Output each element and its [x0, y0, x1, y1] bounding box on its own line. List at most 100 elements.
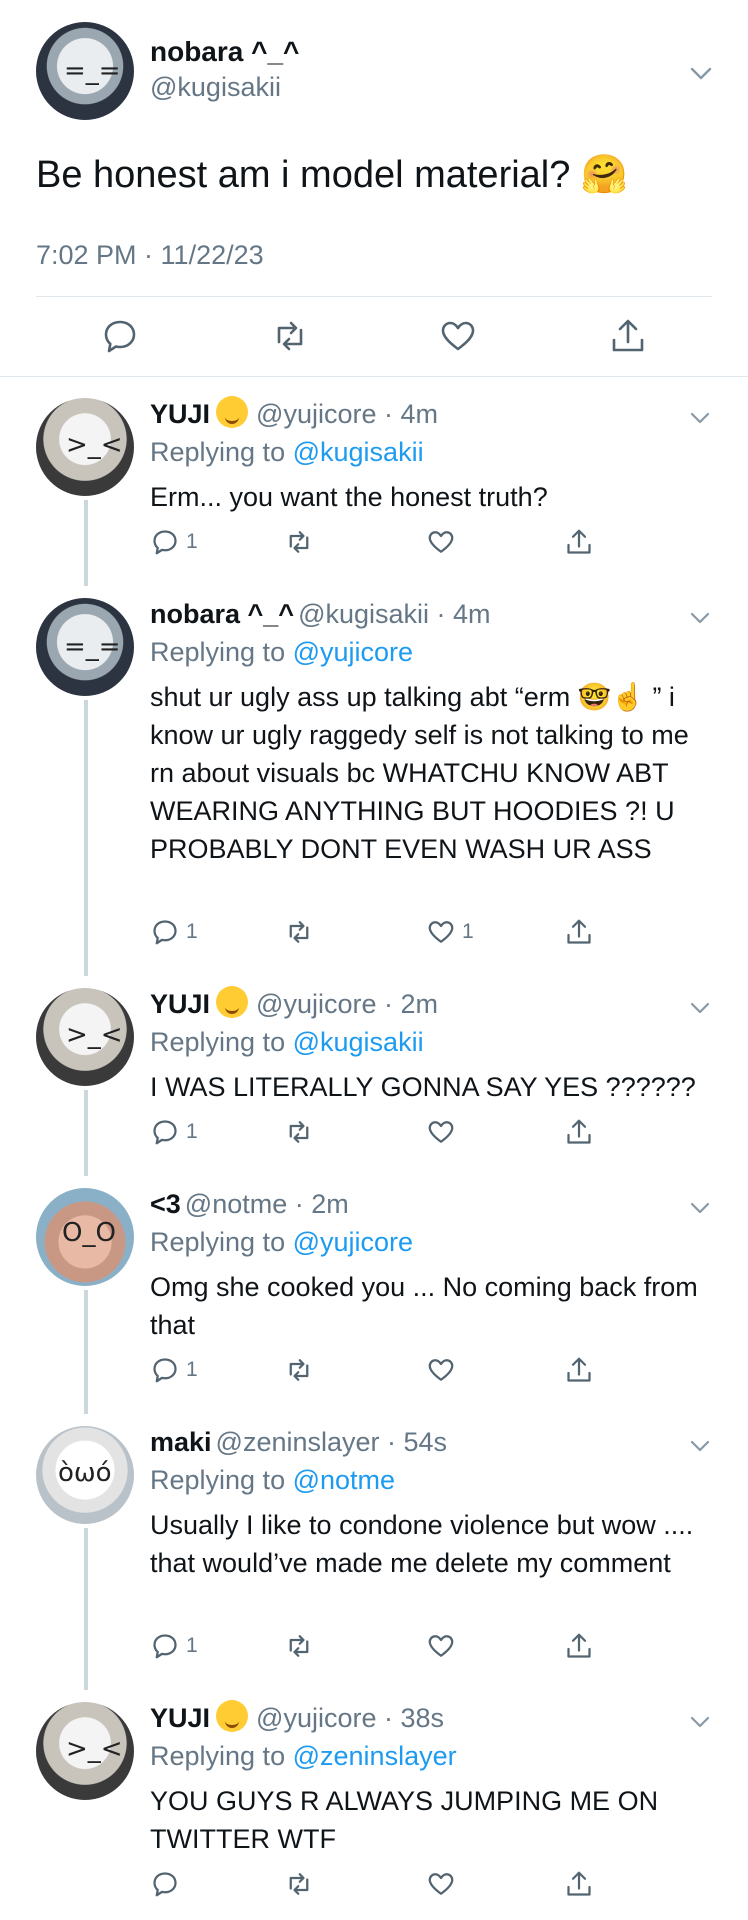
tweet-header: nobara ^_^ @kugisakii · 4m: [150, 596, 491, 632]
mention-link[interactable]: @notme: [293, 1465, 395, 1495]
retweet-button[interactable]: [284, 524, 314, 560]
like-button[interactable]: [426, 1114, 462, 1150]
avatar-face: O_O: [62, 1218, 116, 1248]
replying-to: Replying to @yujicore: [150, 634, 413, 670]
like-button[interactable]: [426, 1866, 462, 1902]
like-icon: [428, 1873, 454, 1895]
reply-button[interactable]: 1: [150, 1352, 198, 1388]
tweet-timestamp[interactable]: 7:02 PM · 11/22/23: [36, 240, 264, 271]
reply-tweet[interactable]: >_< YUJI @yujicore · 38s Replying to @zen…: [0, 1682, 748, 1920]
like-button[interactable]: [426, 1352, 462, 1388]
avatar[interactable]: =_=: [36, 598, 134, 696]
retweet-button[interactable]: [284, 1866, 314, 1902]
author-handle[interactable]: @yujicore · 2m: [256, 989, 438, 1019]
share-icon: [567, 529, 591, 554]
retweet-icon: [289, 531, 309, 553]
mention-link[interactable]: @kugisakii: [293, 437, 424, 467]
share-button[interactable]: [564, 524, 594, 560]
reply-count: 1: [186, 1120, 198, 1143]
reply-tweet[interactable]: >_< YUJI @yujicore · 2m Replying to @kugi…: [0, 968, 748, 1176]
replying-to-label: Replying to: [150, 1465, 286, 1495]
share-icon: [567, 919, 591, 944]
share-icon[interactable]: [608, 316, 648, 356]
reply-button[interactable]: 1: [150, 1114, 198, 1150]
retweet-button[interactable]: [284, 914, 314, 950]
tweet-header: YUJI @yujicore · 2m: [150, 986, 438, 1022]
author-name[interactable]: maki: [150, 1427, 212, 1457]
share-icon: [567, 1633, 591, 1658]
author-name[interactable]: YUJI: [150, 989, 210, 1019]
author-handle[interactable]: @yujicore · 38s: [256, 1703, 444, 1733]
reply-tweet[interactable]: >_< YUJI @yujicore · 4m Replying to @kugi…: [0, 378, 748, 586]
author-name[interactable]: <3: [150, 1189, 181, 1219]
like-icon: [428, 531, 454, 553]
reply-count: 1: [186, 1358, 198, 1381]
winking-emoji-icon: [216, 396, 249, 428]
mention-link[interactable]: @kugisakii: [293, 1027, 424, 1057]
reply-icon[interactable]: [100, 316, 140, 356]
reply-count: 1: [186, 530, 198, 553]
retweet-button[interactable]: [284, 1628, 314, 1664]
avatar[interactable]: =_=: [36, 22, 134, 120]
chevron-down-icon[interactable]: [688, 1196, 712, 1220]
share-button[interactable]: [564, 1114, 594, 1150]
chevron-down-icon[interactable]: [688, 406, 712, 430]
mention-link[interactable]: @zeninslayer: [293, 1741, 457, 1771]
thread-line: [84, 1090, 88, 1176]
avatar[interactable]: >_<: [36, 1702, 134, 1800]
avatar[interactable]: O_O: [36, 1188, 134, 1286]
like-icon[interactable]: [438, 316, 478, 356]
chevron-down-icon[interactable]: [688, 1434, 712, 1458]
like-icon: [428, 921, 454, 943]
avatar[interactable]: òωó: [36, 1426, 134, 1524]
share-button[interactable]: [564, 1866, 594, 1902]
mention-link[interactable]: @yujicore: [293, 637, 413, 667]
tweet-actions: 1: [150, 1114, 710, 1150]
author-handle[interactable]: @notme · 2m: [185, 1189, 349, 1219]
avatar[interactable]: >_<: [36, 988, 134, 1086]
reply-button[interactable]: [150, 1866, 186, 1902]
reply-icon: [153, 530, 177, 555]
like-button[interactable]: [426, 1628, 462, 1664]
author-name[interactable]: YUJI: [150, 1703, 210, 1733]
tweet-actions: 1: [150, 524, 710, 560]
chevron-down-icon[interactable]: [688, 606, 712, 630]
share-button[interactable]: [564, 914, 594, 950]
tweet-header: <3 @notme · 2m: [150, 1186, 349, 1222]
author-handle[interactable]: @yujicore · 4m: [256, 399, 438, 429]
like-button[interactable]: [426, 524, 462, 560]
reply-tweet[interactable]: =_= nobara ^_^ @kugisakii · 4m Replying t…: [0, 578, 748, 976]
avatar-face: òωó: [58, 1458, 112, 1488]
tweet-text: shut ur ugly ass up talking abt “erm 🤓☝️…: [150, 682, 689, 864]
share-button[interactable]: [564, 1628, 594, 1664]
like-icon: [428, 1121, 454, 1143]
author-handle[interactable]: @kugisakii: [150, 72, 281, 103]
reply-button[interactable]: 1: [150, 1628, 198, 1664]
retweet-icon: [289, 1359, 309, 1381]
avatar-face: >_<: [66, 1734, 123, 1764]
author-handle[interactable]: @zeninslayer · 54s: [216, 1427, 448, 1457]
chevron-down-icon[interactable]: [688, 60, 714, 86]
chevron-down-icon[interactable]: [688, 1710, 712, 1734]
share-icon: [567, 1119, 591, 1144]
reply-button[interactable]: 1: [150, 914, 198, 950]
winking-emoji-icon: [216, 986, 249, 1018]
reply-tweet[interactable]: òωó maki @zeninslayer · 54s Replying to @…: [0, 1406, 748, 1690]
winking-emoji-icon: [216, 1700, 249, 1732]
share-button[interactable]: [564, 1352, 594, 1388]
author-handle[interactable]: @kugisakii · 4m: [298, 599, 490, 629]
chevron-down-icon[interactable]: [688, 996, 712, 1020]
retweet-button[interactable]: [284, 1114, 314, 1150]
reply-button[interactable]: 1: [150, 524, 198, 560]
author-name[interactable]: YUJI: [150, 399, 210, 429]
reply-tweet[interactable]: O_O <3 @notme · 2m Replying to @yujicore …: [0, 1168, 748, 1414]
author-name[interactable]: nobara ^_^: [150, 599, 294, 629]
retweet-icon[interactable]: [270, 316, 310, 356]
like-button[interactable]: 1: [426, 914, 474, 950]
thread-line: [84, 1528, 88, 1690]
avatar[interactable]: >_<: [36, 398, 134, 496]
author-name[interactable]: nobara ^_^: [150, 36, 299, 68]
retweet-button[interactable]: [284, 1352, 314, 1388]
reply-icon: [153, 1872, 177, 1897]
mention-link[interactable]: @yujicore: [293, 1227, 413, 1257]
